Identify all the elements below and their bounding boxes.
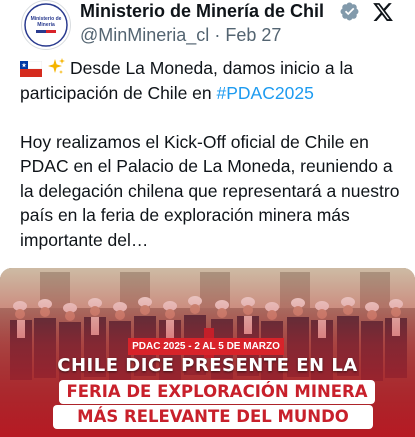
tweet-date[interactable]: Feb 27 [225,25,281,45]
handle-row: @MinMineria_cl · Feb 27 [80,24,281,46]
chile-flag-emoji-icon [20,61,42,77]
sparkles-emoji-icon [48,58,65,74]
media-tag: PDAC 2025 - 2 AL 5 DE MARZO [128,338,284,355]
tweet-paragraph-1: Desde La Moneda, damos inicio a la parti… [20,56,410,105]
media-caption-3: MÁS RELEVANTE DEL MUNDO [53,405,373,429]
x-logo-icon[interactable] [372,1,394,23]
tweet-text: Desde La Moneda, damos inicio a la parti… [20,56,410,252]
account-handle[interactable]: @MinMineria_cl [80,25,209,45]
svg-text:Minería: Minería [37,22,55,28]
separator: · [214,25,221,45]
tweet-paragraph-2: Hoy realizamos el Kick-Off oficial de Ch… [20,131,400,250]
media-caption-1: CHILE DICE PRESENTE EN LA [57,355,358,376]
media-caption-2: FERIA DE EXPLORACIÓN MINERA [59,380,375,404]
account-name[interactable]: Ministerio de Minería de Chil [80,0,336,22]
avatar[interactable]: Ministerio de Minería [21,0,71,50]
hashtag-link[interactable]: #PDAC2025 [217,83,314,103]
verified-badge-icon [340,2,359,21]
